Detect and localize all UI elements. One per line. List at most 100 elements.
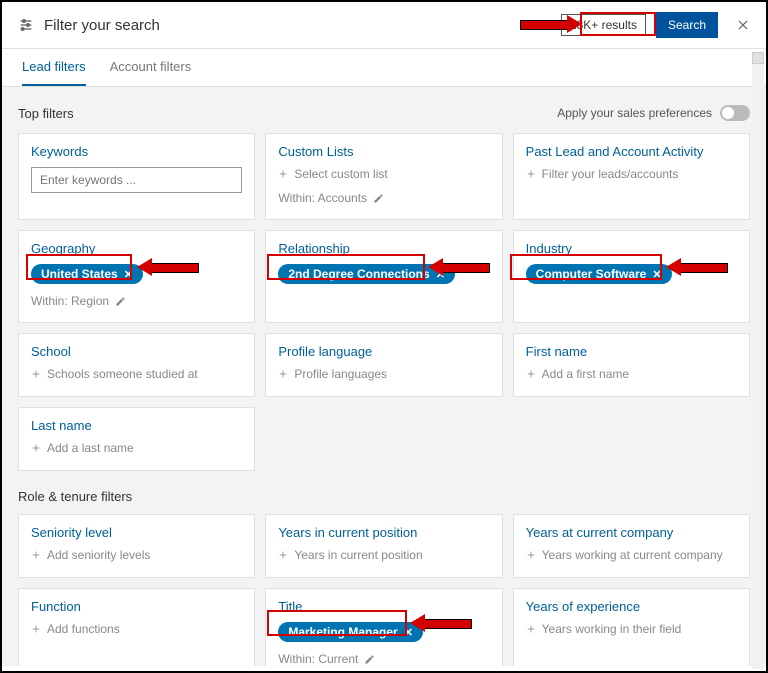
top-filters-title: Top filters bbox=[18, 106, 74, 121]
search-button[interactable]: Search bbox=[656, 12, 718, 38]
card-relationship: Relationship 2nd Degree Connections ✕ bbox=[265, 230, 502, 323]
card-customlists: Custom Lists Select custom list Within: … bbox=[265, 133, 502, 220]
card-title-yearspos: Years in current position bbox=[278, 525, 489, 540]
card-profilelang: Profile language Profile languages bbox=[265, 333, 502, 397]
card-title-title: Title bbox=[278, 599, 489, 614]
pencil-icon[interactable] bbox=[115, 296, 126, 307]
role-tenure-title: Role & tenure filters bbox=[18, 471, 750, 514]
chip-geography-remove[interactable]: ✕ bbox=[124, 268, 133, 281]
chip-geography-label: United States bbox=[41, 267, 118, 281]
tab-lead-filters[interactable]: Lead filters bbox=[22, 49, 86, 86]
customlists-within: Within: Accounts bbox=[278, 191, 489, 205]
plus-icon bbox=[526, 550, 536, 560]
card-title-yearscomp: Years at current company bbox=[526, 525, 737, 540]
card-lastname: Last name Add a last name bbox=[18, 407, 255, 471]
tab-account-filters[interactable]: Account filters bbox=[110, 49, 192, 86]
add-profilelang-label: Profile languages bbox=[294, 367, 387, 381]
top-filters-grid: Keywords Custom Lists Select custom list… bbox=[18, 133, 750, 471]
add-school-label: Schools someone studied at bbox=[47, 367, 198, 381]
close-icon[interactable] bbox=[736, 18, 750, 32]
card-title-seniority: Seniority level bbox=[31, 525, 242, 540]
card-school: School Schools someone studied at bbox=[18, 333, 255, 397]
add-lastname-label: Add a last name bbox=[47, 441, 134, 455]
chip-relationship-remove[interactable]: ✕ bbox=[436, 268, 445, 281]
chip-title[interactable]: Marketing Manager ✕ bbox=[278, 622, 423, 642]
add-pastlead-label: Filter your leads/accounts bbox=[542, 167, 679, 181]
plus-icon bbox=[526, 169, 536, 179]
plus-icon bbox=[526, 624, 536, 634]
plus-icon bbox=[31, 369, 41, 379]
card-title-pastlead: Past Lead and Account Activity bbox=[526, 144, 737, 159]
card-title-customlists: Custom Lists bbox=[278, 144, 489, 159]
plus-icon bbox=[526, 369, 536, 379]
add-seniority[interactable]: Add seniority levels bbox=[31, 548, 242, 562]
card-yearsexp: Years of experience Years working in the… bbox=[513, 588, 750, 666]
title-within: Within: Current bbox=[278, 652, 489, 666]
plus-icon bbox=[31, 443, 41, 453]
add-yearspos[interactable]: Years in current position bbox=[278, 548, 489, 562]
add-seniority-label: Add seniority levels bbox=[47, 548, 150, 562]
card-title-function: Function bbox=[31, 599, 242, 614]
add-function-label: Add functions bbox=[47, 622, 120, 636]
add-customlist-label: Select custom list bbox=[294, 167, 387, 181]
plus-icon bbox=[31, 624, 41, 634]
card-title-school: School bbox=[31, 344, 242, 359]
plus-icon bbox=[278, 369, 288, 379]
add-lastname[interactable]: Add a last name bbox=[31, 441, 242, 455]
chip-title-label: Marketing Manager bbox=[288, 625, 397, 639]
pencil-icon[interactable] bbox=[373, 193, 384, 204]
card-geography: Geography United States ✕ Within: Region bbox=[18, 230, 255, 323]
plus-icon bbox=[31, 550, 41, 560]
results-count: 13K+ results bbox=[561, 14, 646, 36]
add-firstname[interactable]: Add a first name bbox=[526, 367, 737, 381]
sales-prefs-row: Apply your sales preferences bbox=[557, 105, 750, 121]
card-function: Function Add functions bbox=[18, 588, 255, 666]
card-seniority: Seniority level Add seniority levels bbox=[18, 514, 255, 578]
chip-industry[interactable]: Computer Software ✕ bbox=[526, 264, 672, 284]
card-industry: Industry Computer Software ✕ bbox=[513, 230, 750, 323]
card-yearspos: Years in current position Years in curre… bbox=[265, 514, 502, 578]
card-title-geography: Geography bbox=[31, 241, 242, 256]
role-filters-grid: Seniority level Add seniority levels Yea… bbox=[18, 514, 750, 666]
geography-within-label: Within: Region bbox=[31, 294, 109, 308]
chip-geography[interactable]: United States ✕ bbox=[31, 264, 143, 284]
card-title-lastname: Last name bbox=[31, 418, 242, 433]
pencil-icon[interactable] bbox=[364, 654, 375, 665]
plus-icon bbox=[278, 169, 288, 179]
add-yearspos-label: Years in current position bbox=[294, 548, 422, 562]
geography-within: Within: Region bbox=[31, 294, 242, 308]
add-function[interactable]: Add functions bbox=[31, 622, 242, 636]
card-title-relationship: Relationship bbox=[278, 241, 489, 256]
scrollbar[interactable] bbox=[752, 52, 764, 669]
scrollbar-up-icon[interactable] bbox=[752, 52, 764, 64]
card-title-profilelang: Profile language bbox=[278, 344, 489, 359]
card-firstname: First name Add a first name bbox=[513, 333, 750, 397]
filter-content: Top filters Apply your sales preferences… bbox=[2, 87, 766, 666]
card-pastlead: Past Lead and Account Activity Filter yo… bbox=[513, 133, 750, 220]
sales-prefs-toggle[interactable] bbox=[720, 105, 750, 121]
add-school[interactable]: Schools someone studied at bbox=[31, 367, 242, 381]
card-title-yearsexp: Years of experience bbox=[526, 599, 737, 614]
add-customlist[interactable]: Select custom list bbox=[278, 167, 489, 181]
card-title-firstname: First name bbox=[526, 344, 737, 359]
add-profilelang[interactable]: Profile languages bbox=[278, 367, 489, 381]
add-yearsexp[interactable]: Years working in their field bbox=[526, 622, 737, 636]
filter-tabs: Lead filters Account filters bbox=[2, 49, 766, 87]
add-yearscomp-label: Years working at current company bbox=[542, 548, 723, 562]
chip-title-remove[interactable]: ✕ bbox=[404, 626, 413, 639]
plus-icon bbox=[278, 550, 288, 560]
add-pastlead[interactable]: Filter your leads/accounts bbox=[526, 167, 737, 181]
add-yearsexp-label: Years working in their field bbox=[542, 622, 682, 636]
top-filters-header: Top filters Apply your sales preferences bbox=[18, 99, 750, 133]
chip-industry-label: Computer Software bbox=[536, 267, 647, 281]
chip-relationship[interactable]: 2nd Degree Connections ✕ bbox=[278, 264, 455, 284]
chip-industry-remove[interactable]: ✕ bbox=[652, 268, 661, 281]
add-yearscomp[interactable]: Years working at current company bbox=[526, 548, 737, 562]
card-keywords: Keywords bbox=[18, 133, 255, 220]
customlists-within-label: Within: Accounts bbox=[278, 191, 367, 205]
keywords-input[interactable] bbox=[31, 167, 242, 193]
chip-relationship-label: 2nd Degree Connections bbox=[288, 267, 429, 281]
card-yearscomp: Years at current company Years working a… bbox=[513, 514, 750, 578]
add-firstname-label: Add a first name bbox=[542, 367, 629, 381]
sales-prefs-label: Apply your sales preferences bbox=[557, 106, 712, 120]
